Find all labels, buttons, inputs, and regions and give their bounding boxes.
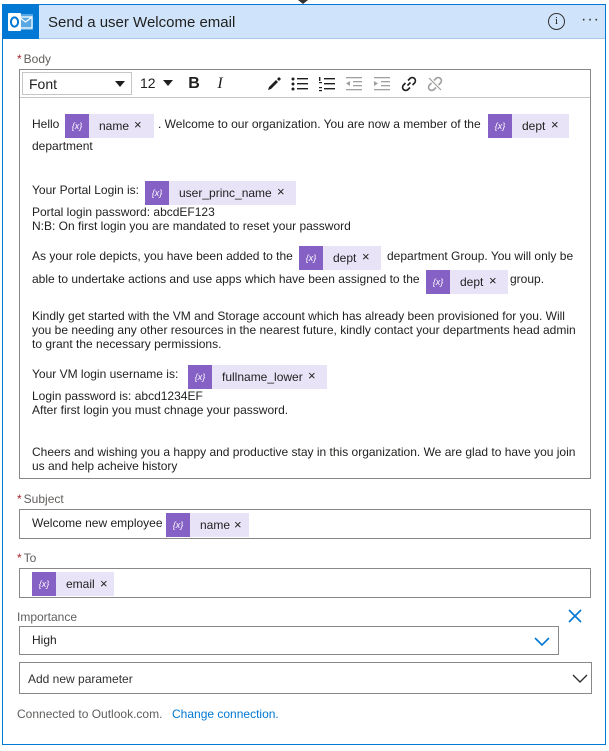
body-text: After first login you must chnage your p… xyxy=(32,403,289,417)
decrease-indent-icon[interactable] xyxy=(344,74,364,94)
increase-indent-icon[interactable] xyxy=(372,74,392,94)
token-name[interactable]: {x} name × xyxy=(166,513,249,537)
required-mark: * xyxy=(17,551,22,565)
dynamic-content-icon: {x} xyxy=(299,246,323,270)
close-icon[interactable]: × xyxy=(134,118,142,132)
close-icon[interactable]: × xyxy=(308,369,316,383)
italic-icon[interactable]: I xyxy=(210,74,230,94)
change-connection-link[interactable]: Change connection. xyxy=(172,707,279,721)
dynamic-content-icon: {x} xyxy=(426,270,450,294)
chevron-down-icon xyxy=(572,674,588,683)
subject-input[interactable]: Welcome new employee {x} name × xyxy=(19,509,591,539)
body-text: Your VM login username is: xyxy=(32,367,179,381)
to-input[interactable]: {x} email × xyxy=(19,568,591,598)
token-fullname-lower[interactable]: {x} fullname_lower × xyxy=(188,365,327,389)
importance-value: High xyxy=(32,633,57,647)
subject-text: Welcome new employee xyxy=(32,516,163,530)
card-header[interactable]: Send a user Welcome email i ··· xyxy=(3,5,605,39)
dynamic-content-icon: {x} xyxy=(166,513,190,537)
info-icon[interactable]: i xyxy=(548,13,565,30)
token-name[interactable]: {x} name × xyxy=(65,114,154,138)
close-icon[interactable]: × xyxy=(234,517,242,532)
remove-parameter-icon[interactable] xyxy=(568,609,582,623)
importance-label: Importance xyxy=(17,610,78,624)
link-icon[interactable] xyxy=(399,74,419,94)
close-icon[interactable]: × xyxy=(100,576,108,591)
body-text: Cheers and wishing you a happy and produ… xyxy=(32,445,576,459)
body-label: * Body xyxy=(17,52,52,66)
close-icon[interactable]: × xyxy=(551,118,559,132)
body-content[interactable]: Hello {x} name × . Welcome to our organi… xyxy=(20,99,590,478)
body-text: As your role depicts, you have been adde… xyxy=(32,249,293,263)
editor-toolbar: Font 12 B I xyxy=(20,70,590,98)
required-mark: * xyxy=(17,52,22,66)
bulleted-list-icon[interactable] xyxy=(290,74,310,94)
bold-icon[interactable]: B xyxy=(184,74,204,94)
card-title: Send a user Welcome email xyxy=(48,14,236,31)
body-text: you be needing any other resources in th… xyxy=(32,323,576,337)
subject-label: * Subject xyxy=(17,492,64,506)
close-icon[interactable]: × xyxy=(362,250,370,264)
add-parameter-dropdown[interactable]: Add new parameter xyxy=(19,662,592,694)
add-parameter-label: Add new parameter xyxy=(28,672,133,686)
body-text: Portal login password: abcdEF123 xyxy=(32,205,215,219)
importance-dropdown[interactable]: High xyxy=(19,626,559,655)
body-text: Kindly get started with the VM and Stora… xyxy=(32,309,565,323)
body-text: Login password is: abcd1234EF xyxy=(32,389,203,403)
body-text: Hello xyxy=(32,117,60,131)
dynamic-content-icon: {x} xyxy=(188,365,212,389)
outlook-connector-tab xyxy=(3,5,39,39)
dynamic-content-icon: {x} xyxy=(145,181,169,205)
close-icon[interactable]: × xyxy=(489,274,497,288)
outlook-icon xyxy=(8,13,33,31)
color-picker-icon[interactable] xyxy=(264,74,284,94)
font-select[interactable]: Font xyxy=(22,72,132,95)
token-user-princ-name[interactable]: {x} user_princ_name × xyxy=(145,181,296,205)
token-dept[interactable]: {x} dept × xyxy=(488,114,569,138)
chevron-down-icon xyxy=(534,637,550,647)
token-email[interactable]: {x} email × xyxy=(32,572,114,596)
font-size-select[interactable]: 12 xyxy=(137,72,179,95)
body-text: us and help acheive history xyxy=(32,459,178,473)
token-dept[interactable]: {x} dept × xyxy=(426,270,508,294)
close-icon[interactable]: × xyxy=(277,185,285,199)
more-options-icon[interactable]: ··· xyxy=(581,11,600,29)
body-text: Your Portal Login is: xyxy=(32,183,139,197)
body-text: . Welcome to our organization. You are n… xyxy=(158,117,481,131)
token-dept[interactable]: {x} dept × xyxy=(299,246,381,270)
dynamic-content-icon: {x} xyxy=(32,572,56,596)
body-text: group. xyxy=(510,272,545,286)
body-text: able to undertake actions and use apps w… xyxy=(32,272,420,286)
body-editor[interactable]: Font 12 B I Hello {x} name × . Welcome t… xyxy=(19,69,591,479)
dynamic-content-icon: {x} xyxy=(65,114,89,138)
unlink-icon[interactable] xyxy=(425,74,445,94)
dynamic-content-icon: {x} xyxy=(488,114,512,138)
connection-status: Connected to Outlook.com. xyxy=(17,707,163,721)
chevron-down-icon xyxy=(115,81,125,87)
body-text: department Group. You will only be xyxy=(387,249,574,263)
action-card: Send a user Welcome email i ··· * Body Fo… xyxy=(2,4,606,745)
required-mark: * xyxy=(17,492,22,506)
chevron-down-icon xyxy=(163,80,173,86)
numbered-list-icon[interactable] xyxy=(317,74,337,94)
to-label: * To xyxy=(17,551,37,565)
body-text: N:B: On first login you are mandated to … xyxy=(32,219,351,233)
body-text: department xyxy=(32,139,93,153)
body-text: to grant the necessary permissions. xyxy=(32,337,222,351)
